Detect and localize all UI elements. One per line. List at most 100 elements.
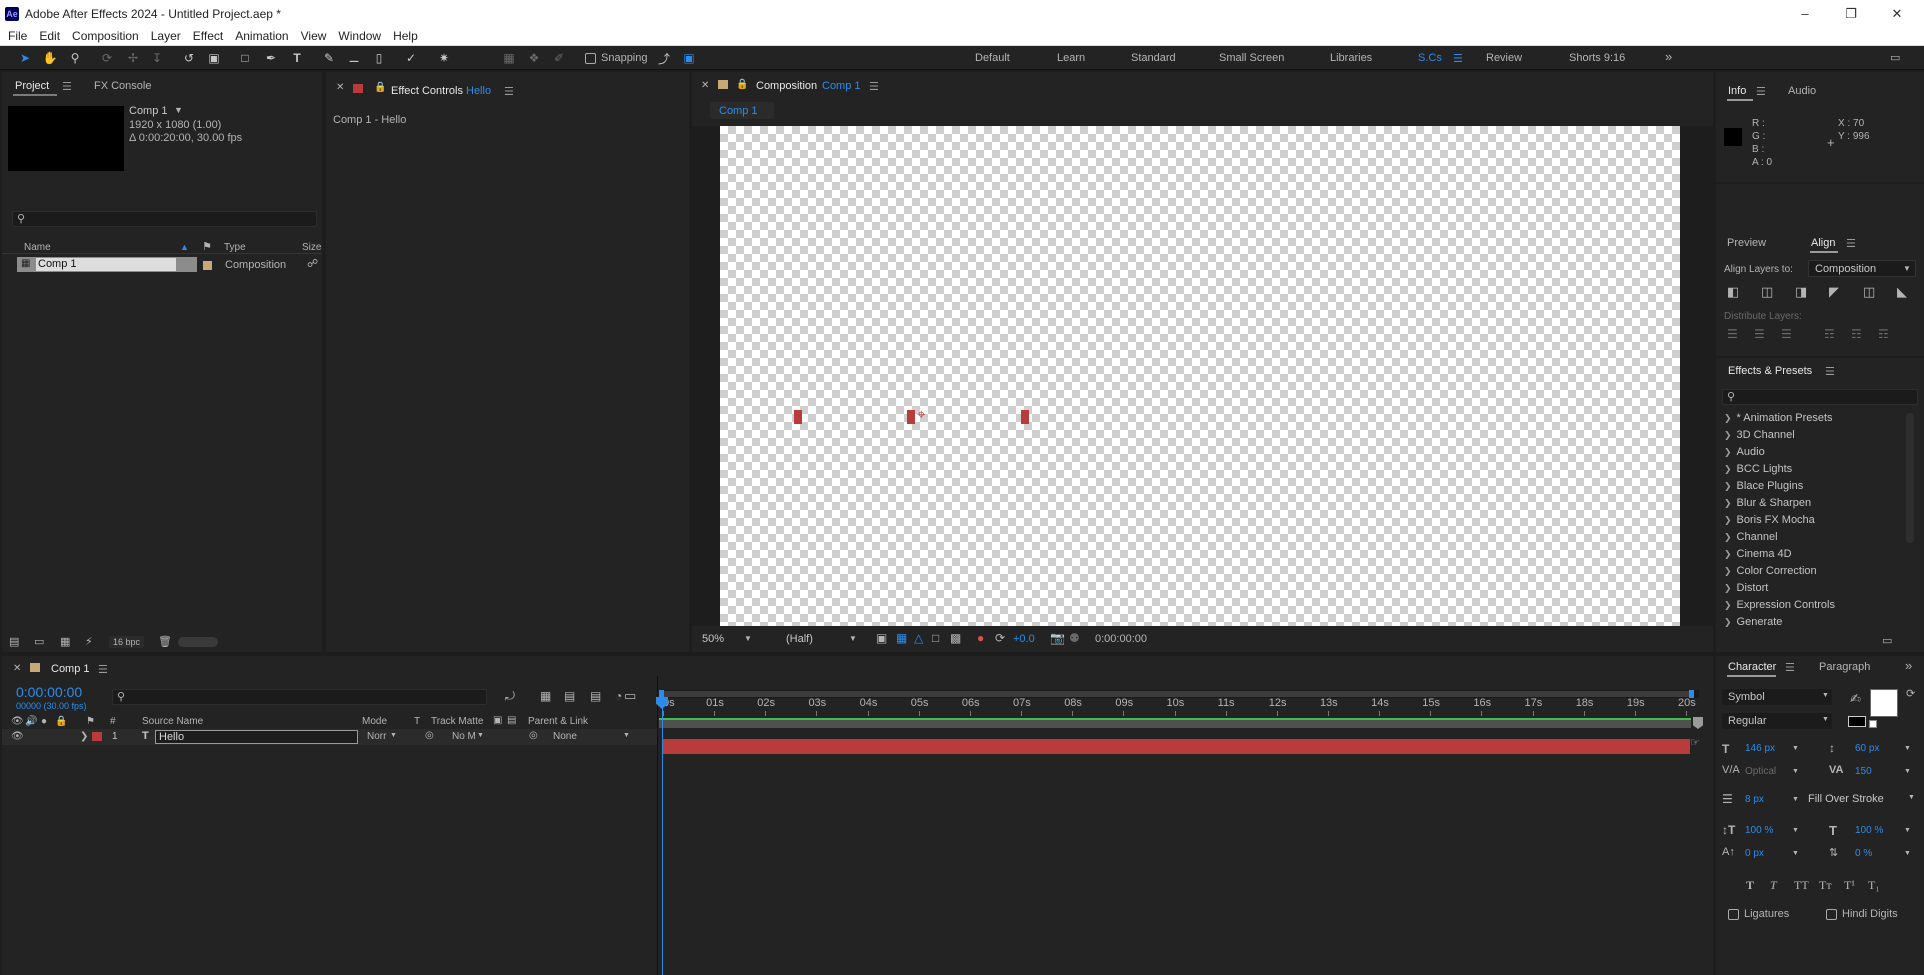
new-bin-icon[interactable]: ▭ <box>1882 634 1892 647</box>
align-right-icon[interactable]: ◨ <box>1795 284 1807 300</box>
distribute-top-icon[interactable]: ☰ <box>1727 327 1738 341</box>
label-header-icon[interactable]: ⚑ <box>86 716 95 727</box>
effects-category[interactable]: ❯ Channel <box>1724 531 1778 543</box>
chevron-down-icon[interactable]: ▼ <box>1904 768 1911 775</box>
tsume-value[interactable]: 0 % <box>1855 848 1872 859</box>
align-top-icon[interactable]: ◤ <box>1829 284 1839 300</box>
rectangle-tool-icon[interactable]: □ <box>236 50 254 66</box>
layer-row[interactable]: 👁 ❯ 1 T Hello Norr ▼ ◎ No M ▼ ◎ None ▼ <box>2 729 657 745</box>
tracking-value[interactable]: 150 <box>1855 766 1872 777</box>
panel-close-icon[interactable]: ✕ <box>336 82 344 93</box>
lock-icon[interactable]: 🔒 <box>374 82 386 93</box>
menu-composition[interactable]: Composition <box>66 29 145 43</box>
effects-menu-icon[interactable]: ☰ <box>1825 365 1835 378</box>
tab-character[interactable]: Character <box>1728 661 1776 673</box>
graph-editor-toggle-icon[interactable]: ▭ <box>624 688 636 704</box>
menu-animation[interactable]: Animation <box>229 29 294 43</box>
character-menu-icon[interactable]: ☰ <box>1785 661 1795 674</box>
brush-tool-icon[interactable]: ✎ <box>320 50 338 66</box>
panel-layout-icon[interactable]: ▭ <box>1890 51 1900 64</box>
close-icon[interactable]: ✕ <box>1874 0 1920 27</box>
audio-header-icon[interactable]: 🔊 <box>25 716 37 727</box>
eyedropper-icon[interactable]: ✍ <box>1850 691 1861 707</box>
workspace-small-screen[interactable]: Small Screen <box>1219 52 1284 64</box>
fill-color-swatch[interactable] <box>1870 689 1898 717</box>
mask-visibility-icon[interactable]: △ <box>914 631 923 645</box>
all-caps-icon[interactable]: TT <box>1794 878 1809 893</box>
menu-effect[interactable]: Effect <box>187 29 229 43</box>
zoom-select[interactable]: 50% <box>702 633 724 645</box>
effects-category[interactable]: ❯ Expression Controls <box>1724 599 1835 611</box>
font-size-value[interactable]: 146 px <box>1745 743 1775 754</box>
exposure-value[interactable]: +0.0 <box>1013 633 1035 645</box>
composition-title[interactable]: Composition <box>756 80 817 92</box>
align-vcenter-icon[interactable]: ◫ <box>1863 284 1875 300</box>
effects-category[interactable]: ❯ 3D Channel <box>1724 429 1795 441</box>
leading-value[interactable]: 60 px <box>1855 743 1879 754</box>
tab-fx-console[interactable]: FX Console <box>94 80 151 92</box>
text-layer-glyph[interactable] <box>907 410 915 424</box>
layer-duration-bar[interactable] <box>662 739 1690 754</box>
chevron-down-icon[interactable]: ▼ <box>477 732 484 739</box>
effects-category[interactable]: ❯ Cinema 4D <box>1724 548 1792 560</box>
bit-depth-button[interactable]: 16 bpc <box>109 636 145 648</box>
small-caps-icon[interactable]: Tт <box>1819 878 1832 893</box>
menu-window[interactable]: Window <box>332 29 387 43</box>
menu-file[interactable]: File <box>0 29 33 43</box>
layer-mode-select[interactable]: Norr <box>367 731 386 742</box>
effects-category[interactable]: ❯ Boris FX Mocha <box>1724 514 1815 526</box>
chevron-down-icon[interactable]: ▼ <box>390 732 397 739</box>
new-composition-icon[interactable]: ▦ <box>60 635 70 648</box>
effects-category[interactable]: ❯ BCC Lights <box>1724 463 1792 475</box>
solo-header-icon[interactable]: ● <box>41 716 47 727</box>
frame-blending-icon[interactable]: ▤ <box>590 689 601 703</box>
align-hcenter-icon[interactable]: ◫ <box>1761 284 1773 300</box>
effects-category[interactable]: ❯ Blur & Sharpen <box>1724 497 1811 509</box>
rotate-tool-icon[interactable]: ↺ <box>180 50 198 66</box>
kerning-value[interactable]: Optical <box>1745 766 1776 777</box>
align-bottom-icon[interactable]: ◣ <box>1897 284 1907 300</box>
effects-category[interactable]: ❯ Audio <box>1724 446 1765 458</box>
col-name[interactable]: Name <box>24 242 51 253</box>
superscript-icon[interactable]: T¹ <box>1844 878 1855 893</box>
effects-category[interactable]: ❯ Generate <box>1724 616 1782 628</box>
comp-marker-icon[interactable]: ☞ <box>1690 736 1700 749</box>
chevron-down-icon[interactable]: ▼ <box>1792 827 1799 834</box>
effects-search-input[interactable]: ⚲ <box>1722 389 1918 405</box>
axis-view-icon[interactable]: ✐ <box>550 50 568 66</box>
workspace-default[interactable]: Default <box>975 52 1010 64</box>
chevron-down-icon[interactable]: ▼ <box>1792 850 1799 857</box>
distribute-vcenter-icon[interactable]: ☰ <box>1754 327 1765 341</box>
roto-brush-tool-icon[interactable]: ✓ <box>402 50 420 66</box>
stroke-color-swatch[interactable] <box>1848 716 1866 727</box>
expand-layer-icon[interactable]: ❯ <box>80 731 88 742</box>
hand-tool-icon[interactable]: ✋ <box>41 50 59 66</box>
comp-dropdown-icon[interactable]: ▼ <box>174 105 183 115</box>
composition-viewer[interactable]: ⌖ <box>692 126 1713 626</box>
chevron-down-icon[interactable]: ▼ <box>1904 827 1911 834</box>
anchor-point-icon[interactable]: ⌖ <box>917 407 925 422</box>
selection-tool-icon[interactable]: ➤ <box>16 50 34 66</box>
pan-tool-icon[interactable]: ✢ <box>124 50 142 66</box>
parent-select[interactable]: None <box>553 731 577 742</box>
workspace-learn[interactable]: Learn <box>1057 52 1085 64</box>
chevron-down-icon[interactable]: ▼ <box>849 634 857 643</box>
ligatures-checkbox[interactable] <box>1728 909 1739 920</box>
project-search-input[interactable]: ⚲ <box>12 211 317 227</box>
distribute-hcenter-icon[interactable]: ☶ <box>1851 327 1862 341</box>
timeline-menu-icon[interactable]: ☰ <box>98 663 108 676</box>
chevron-down-icon[interactable]: ▼ <box>623 732 630 739</box>
axis-local-icon[interactable]: ▦ <box>500 50 518 66</box>
thumbnail-slider[interactable] <box>178 637 218 647</box>
chevron-down-icon[interactable]: ▼ <box>1792 745 1799 752</box>
anchor-tool-icon[interactable]: ▣ <box>205 50 223 66</box>
adjust-project-icon[interactable]: ⚡ <box>85 635 93 648</box>
fast-preview-icon[interactable]: ▣ <box>876 631 887 645</box>
current-time-display[interactable]: 0:00:00:00 <box>1095 633 1147 645</box>
comp-subtab[interactable]: Comp 1 <box>710 102 774 119</box>
chevron-down-icon[interactable]: ▼ <box>1904 850 1911 857</box>
info-menu-icon[interactable]: ☰ <box>1756 85 1766 98</box>
project-item-name[interactable]: Comp 1 <box>36 258 176 271</box>
effects-category[interactable]: ❯ Color Correction <box>1724 565 1817 577</box>
align-to-select[interactable]: Composition ▼ <box>1808 260 1916 277</box>
